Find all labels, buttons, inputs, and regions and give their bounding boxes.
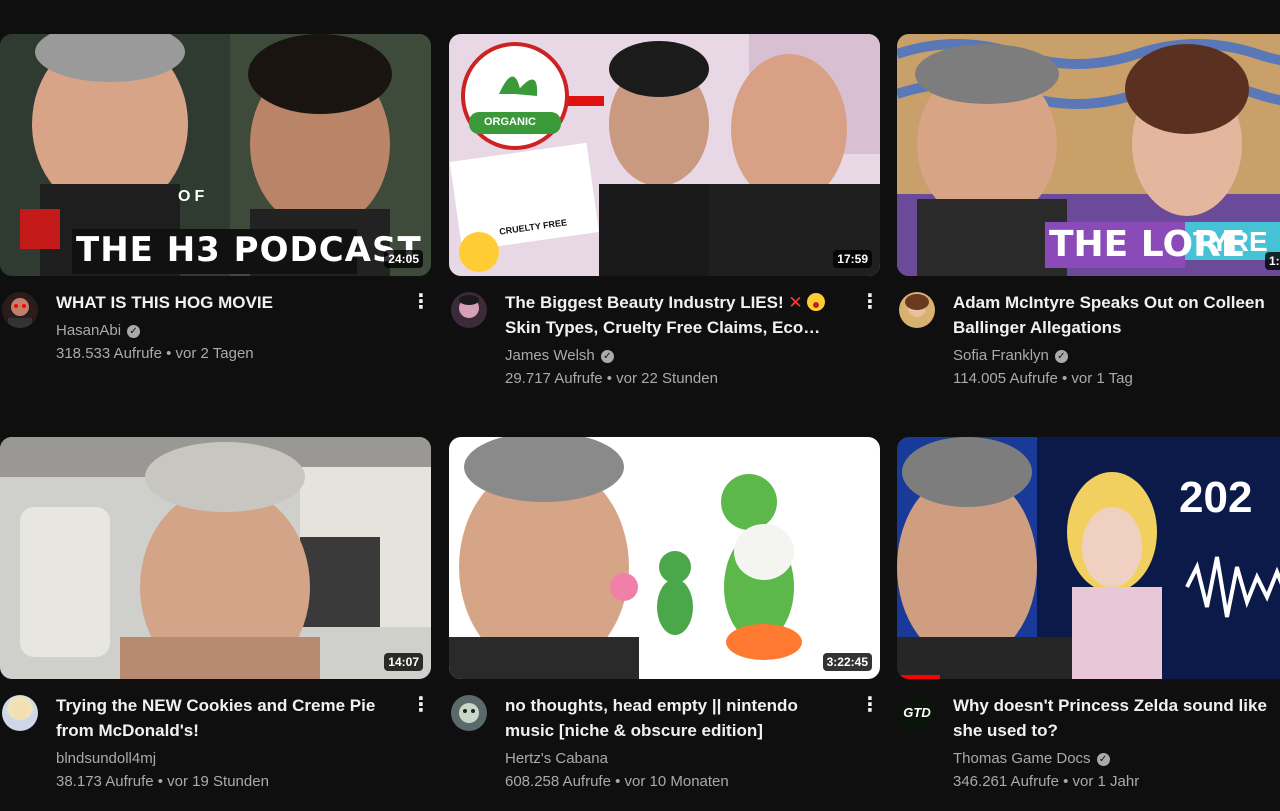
verified-check-icon: ✓	[1096, 753, 1110, 766]
video-meta: The Biggest Beauty Industry LIES! ✕ Skin…	[449, 288, 880, 408]
video-thumbnail[interactable]: 202	[897, 437, 1280, 679]
more-vert-icon[interactable]: ⋮	[860, 693, 880, 717]
video-stats: 608.258 Aufrufe • vor 10 Monaten	[505, 773, 729, 790]
video-duration: 24:05	[384, 250, 423, 268]
video-stats: 29.717 Aufrufe • vor 22 Stunden	[505, 370, 718, 387]
video-thumbnail[interactable]: 14:07	[0, 437, 431, 679]
channel-name-text: Hertz's Cabana	[505, 750, 608, 767]
video-meta: WHAT IS THIS HOG MOVIE ⋮ HasanAbi ✓ 318.5…	[0, 288, 431, 408]
thumbnail-image	[0, 437, 431, 679]
video-thumbnail[interactable]: THE H3 PODCAST OF 24:05	[0, 34, 431, 276]
video-duration: 17:59	[833, 250, 872, 268]
video-stats: 38.173 Aufrufe • vor 19 Stunden	[56, 773, 269, 790]
video-title[interactable]: Why doesn't Princess Zelda sound like sh…	[953, 693, 1273, 743]
video-card[interactable]: ORGANIC CRUELTY FREE 17:59 The Biggest B…	[449, 34, 880, 414]
verified-check-icon: ✓	[600, 350, 614, 363]
video-title[interactable]: no thoughts, head empty || nintendo musi…	[505, 693, 845, 743]
avatar-text: GTD	[903, 705, 931, 720]
channel-name[interactable]: James Welsh ✓	[505, 347, 614, 364]
channel-name[interactable]: blndsundoll4mj	[56, 750, 156, 767]
video-thumbnail[interactable]: THE LORE TYRE	[897, 34, 1280, 276]
channel-name[interactable]: Thomas Game Docs ✓	[953, 750, 1110, 767]
channel-name[interactable]: Hertz's Cabana	[505, 750, 608, 767]
video-title-line2: Skin Types, Cruelty Free Claims, Eco…	[505, 318, 821, 337]
video-card[interactable]: 3:22:45 no thoughts, head empty || ninte…	[449, 437, 880, 797]
channel-avatar[interactable]: GTD	[899, 695, 935, 731]
more-vert-icon[interactable]: ⋮	[411, 693, 431, 717]
channel-name[interactable]: Sofia Franklyn ✓	[953, 347, 1068, 364]
video-title[interactable]: The Biggest Beauty Industry LIES! ✕ Skin…	[505, 290, 845, 340]
channel-avatar[interactable]	[899, 292, 935, 328]
video-card[interactable]: THE H3 PODCAST OF 24:05 WHAT IS THIS HOG…	[0, 34, 431, 414]
video-meta: GTD Why doesn't Princess Zelda sound lik…	[897, 691, 1280, 811]
watch-progress-bar	[897, 675, 941, 679]
video-stats: 318.533 Aufrufe • vor 2 Tagen	[56, 345, 254, 362]
verified-check-icon: ✓	[1054, 350, 1068, 363]
video-meta: no thoughts, head empty || nintendo musi…	[449, 691, 880, 811]
video-title[interactable]: Adam McIntyre Speaks Out on Colleen Ball…	[953, 290, 1273, 340]
video-card[interactable]: 202 GTD Why doesn't Princess Zelda sound…	[897, 437, 1280, 797]
video-meta: Adam McIntyre Speaks Out on Colleen Ball…	[897, 288, 1280, 408]
thumbnail-image	[449, 437, 880, 679]
channel-avatar[interactable]	[2, 695, 38, 731]
video-meta: Trying the NEW Cookies and Creme Pie fro…	[0, 691, 431, 811]
video-duration: 14:07	[384, 653, 423, 671]
more-vert-icon[interactable]: ⋮	[411, 290, 431, 314]
video-stats: 114.005 Aufrufe • vor 1 Tag	[953, 370, 1133, 387]
video-card[interactable]: 14:07 Trying the NEW Cookies and Creme P…	[0, 437, 431, 797]
more-vert-icon[interactable]: ⋮	[860, 290, 880, 314]
video-thumbnail[interactable]: ORGANIC CRUELTY FREE 17:59	[449, 34, 880, 276]
channel-name[interactable]: HasanAbi ✓	[56, 322, 141, 339]
thumb-overlay-text: THE H3 PODCAST	[76, 230, 422, 270]
video-stats: 346.261 Aufrufe • vor 1 Jahr	[953, 773, 1140, 790]
verified-check-icon: ✓	[127, 325, 141, 338]
thumb-overlay-text: 202	[1179, 473, 1253, 522]
video-duration: 1:	[1265, 252, 1280, 270]
video-title[interactable]: Trying the NEW Cookies and Creme Pie fro…	[56, 693, 396, 743]
video-title[interactable]: WHAT IS THIS HOG MOVIE	[56, 290, 396, 315]
video-thumbnail[interactable]: 3:22:45	[449, 437, 880, 679]
thumb-overlay-text-2: OF	[178, 188, 209, 205]
shocked-face-icon	[807, 293, 826, 311]
thumb-overlay-text-2: TYRE	[1193, 226, 1268, 257]
channel-name-text: Thomas Game Docs	[953, 750, 1091, 767]
video-title-text: The Biggest Beauty Industry LIES!	[505, 293, 784, 312]
channel-avatar[interactable]	[451, 292, 487, 328]
channel-avatar[interactable]	[2, 292, 38, 328]
video-card[interactable]: THE LORE TYRE 1: Adam McIntyre Speaks Ou…	[897, 34, 1280, 414]
channel-name-text: HasanAbi	[56, 322, 122, 339]
channel-name-text: blndsundoll4mj	[56, 750, 157, 767]
cross-mark-icon: ✕	[788, 293, 803, 312]
thumb-badge-organic: ORGANIC	[484, 116, 536, 128]
channel-avatar[interactable]	[451, 695, 487, 731]
thumbnail-image	[449, 34, 880, 276]
channel-name-text: James Welsh	[505, 347, 595, 364]
channel-name-text: Sofia Franklyn	[953, 347, 1049, 364]
video-duration: 3:22:45	[822, 653, 872, 671]
